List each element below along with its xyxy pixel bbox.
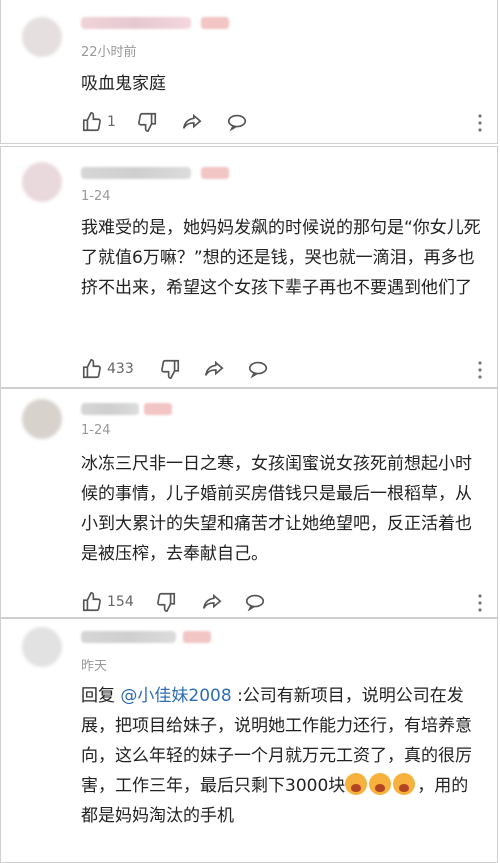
like-button[interactable]: 433 [81, 358, 134, 380]
username-redacted[interactable] [81, 167, 191, 179]
avatar[interactable] [22, 627, 62, 667]
comment-card: 昨天 回复 @小佳妹2008 :公司有新项目，说明公司在发展，把项目给妹子，说明… [0, 618, 498, 863]
share-arrow-icon [182, 113, 202, 129]
comment-feed: 22小时前 吸血鬼家庭 1 1-24 我难受的是，她妈妈发飙的时候说的那句是“你… [0, 0, 500, 863]
more-vertical-icon [478, 361, 482, 379]
crying-face-icon [393, 773, 416, 795]
comment-card: 22小时前 吸血鬼家庭 1 [0, 0, 498, 144]
user-badge [183, 631, 211, 643]
reply-button[interactable] [247, 358, 269, 380]
user-badge [201, 17, 229, 29]
comment-actions: 1 [81, 111, 483, 135]
comment-actions: 433 [81, 358, 483, 382]
reply-button[interactable] [226, 111, 248, 133]
mention-link[interactable]: @小佳妹2008 [120, 686, 231, 706]
avatar[interactable] [22, 162, 62, 202]
more-vertical-icon [478, 114, 482, 132]
avatar[interactable] [22, 17, 62, 57]
thumbs-up-icon [82, 592, 101, 612]
comment-card: 1-24 我难受的是，她妈妈发飙的时候说的那句是“你女儿死了就值6万嘛？”想的还… [0, 146, 498, 388]
like-button[interactable]: 154 [81, 591, 134, 613]
reply-button[interactable] [244, 591, 266, 613]
comment-text: 吸血鬼家庭 [81, 74, 166, 94]
user-badge [201, 167, 229, 179]
more-button[interactable] [477, 360, 483, 384]
thumbs-down-icon [138, 112, 157, 132]
thumbs-down-icon [157, 592, 176, 612]
share-arrow-icon [204, 360, 224, 376]
thumbs-down-icon [161, 359, 180, 379]
dislike-button[interactable] [159, 358, 181, 380]
more-vertical-icon [478, 594, 482, 612]
comment-time: 1-24 [81, 189, 111, 204]
comment-time: 22小时前 [81, 45, 137, 60]
comment-time: 1-24 [81, 423, 111, 438]
crying-face-icon [369, 773, 392, 795]
dislike-button[interactable] [155, 591, 177, 613]
user-badge [144, 403, 172, 415]
like-count: 1 [107, 114, 116, 130]
share-button[interactable] [201, 591, 223, 613]
reply-text: 回复 @小佳妹2008 :公司有新项目，说明公司在发展，把项目给妹子，说明她工作… [81, 681, 481, 831]
comment-time: 昨天 [81, 659, 108, 674]
share-arrow-icon [202, 593, 222, 609]
speech-bubble-icon [245, 594, 265, 612]
thumbs-up-icon [82, 359, 101, 379]
like-count: 154 [107, 594, 134, 610]
username-redacted[interactable] [81, 17, 191, 29]
avatar[interactable] [22, 399, 62, 439]
username-redacted[interactable] [81, 631, 176, 643]
speech-bubble-icon [227, 114, 247, 132]
comment-card: 1-24 冰冻三尺非一日之寒，女孩闺蜜说女孩死前想起小时候的事情，儿子婚前买房借… [0, 388, 498, 618]
thumbs-up-icon [82, 112, 101, 132]
share-button[interactable] [181, 111, 203, 133]
comment-text: 我难受的是，她妈妈发飙的时候说的那句是“你女儿死了就值6万嘛？”想的还是钱，哭也… [81, 218, 481, 298]
dislike-button[interactable] [136, 111, 158, 133]
username-redacted[interactable] [81, 403, 139, 415]
like-count: 433 [107, 361, 134, 377]
more-button[interactable] [477, 113, 483, 137]
crying-face-icon [345, 773, 368, 795]
comment-actions: 154 [81, 591, 483, 615]
more-button[interactable] [477, 593, 483, 617]
comment-text: 冰冻三尺非一日之寒，女孩闺蜜说女孩死前想起小时候的事情，儿子婚前买房借钱只是最后… [81, 454, 472, 564]
like-button[interactable]: 1 [81, 111, 116, 133]
speech-bubble-icon [248, 361, 268, 379]
share-button[interactable] [203, 358, 225, 380]
reply-prefix: 回复 [81, 686, 121, 706]
